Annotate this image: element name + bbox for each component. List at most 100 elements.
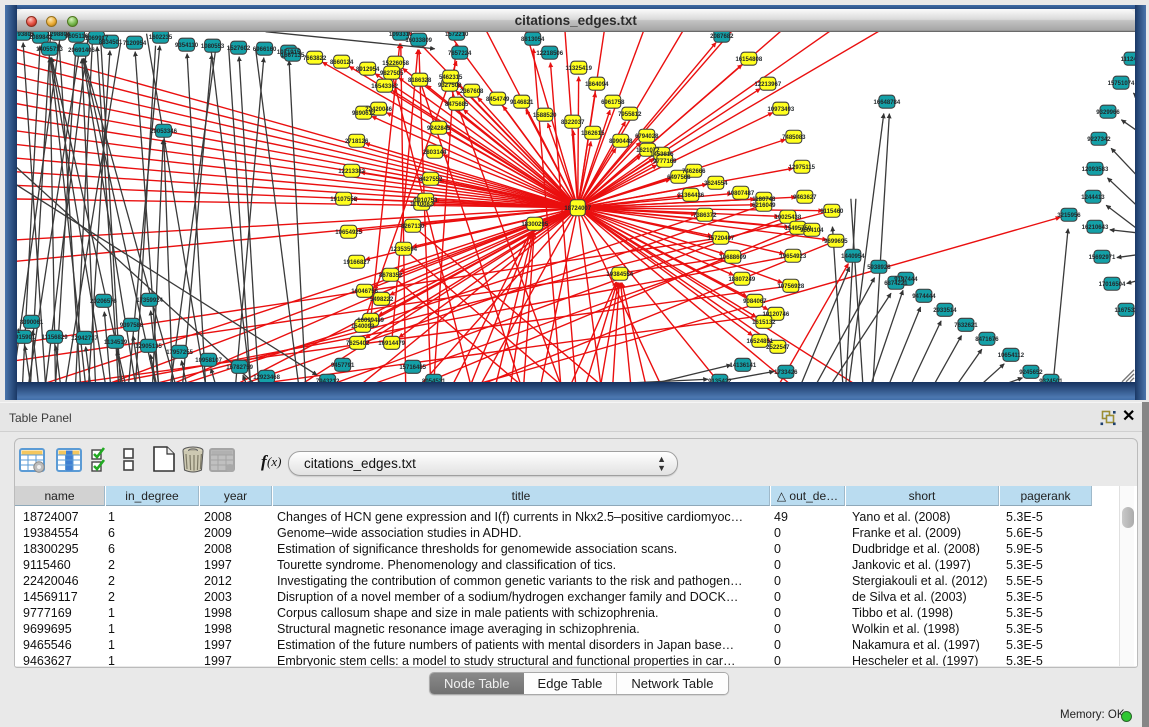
svg-text:1588520: 1588520 <box>533 112 557 118</box>
svg-text:9084067: 9084067 <box>743 298 767 304</box>
svg-text:18300295: 18300295 <box>521 221 548 227</box>
svg-text:8678352: 8678352 <box>378 272 402 278</box>
svg-text:12213967: 12213967 <box>754 81 781 87</box>
svg-text:12093583: 12093583 <box>1081 166 1108 172</box>
svg-text:9327508: 9327508 <box>438 82 462 88</box>
svg-text:1440954: 1440954 <box>841 253 865 259</box>
svg-text:3215956: 3215956 <box>1057 212 1081 218</box>
svg-text:1527602: 1527602 <box>226 45 250 51</box>
svg-text:9463627: 9463627 <box>793 194 817 200</box>
svg-text:12213382: 12213382 <box>338 168 365 174</box>
svg-text:1134519: 1134519 <box>104 339 128 345</box>
svg-text:12975115: 12975115 <box>788 164 815 170</box>
svg-text:3624554: 3624554 <box>704 180 728 186</box>
svg-text:16914479: 16914479 <box>378 340 405 346</box>
svg-text:12923468: 12923468 <box>253 374 280 380</box>
svg-text:20691406: 20691406 <box>68 47 95 53</box>
svg-text:2522547: 2522547 <box>766 344 790 350</box>
svg-text:1910753: 1910753 <box>414 197 438 203</box>
svg-text:9699695: 9699695 <box>824 238 848 244</box>
svg-text:18807249: 18807249 <box>728 276 755 282</box>
svg-text:6874221: 6874221 <box>884 280 908 286</box>
svg-text:9604104: 9604104 <box>800 227 824 233</box>
svg-text:9227342: 9227342 <box>1087 136 1111 142</box>
svg-text:1080553: 1080553 <box>200 43 224 49</box>
svg-text:16046756: 16046756 <box>351 288 378 294</box>
svg-text:16154808: 16154808 <box>735 56 762 62</box>
svg-text:2718126: 2718126 <box>344 138 368 144</box>
svg-text:8660124: 8660124 <box>329 59 353 65</box>
svg-text:12942737: 12942737 <box>71 335 98 341</box>
svg-text:9245652: 9245652 <box>1019 369 1043 375</box>
svg-text:10654925: 10654925 <box>335 229 362 235</box>
svg-text:7955812: 7955812 <box>618 111 642 117</box>
svg-text:9354110: 9354110 <box>175 42 199 48</box>
svg-text:10688609: 10688609 <box>719 254 746 260</box>
svg-text:5938928: 5938928 <box>867 264 891 270</box>
svg-text:1112445: 1112445 <box>1120 56 1135 62</box>
svg-text:1167533: 1167533 <box>1114 307 1135 313</box>
svg-text:15716485: 15716485 <box>399 364 426 370</box>
svg-text:5498222: 5498222 <box>369 296 393 302</box>
svg-text:10120746: 10120746 <box>762 311 789 317</box>
svg-text:15692971: 15692971 <box>1088 254 1115 260</box>
svg-text:3915901: 3915901 <box>17 334 36 340</box>
svg-text:10973493: 10973493 <box>767 106 794 112</box>
svg-text:8322037: 8322037 <box>561 119 585 125</box>
svg-text:1615132: 1615132 <box>752 319 776 325</box>
svg-text:17957255: 17957255 <box>166 349 193 355</box>
svg-text:19166827: 19166827 <box>343 259 370 265</box>
svg-text:1602235: 1602235 <box>148 34 172 40</box>
svg-text:19654923: 19654923 <box>779 253 806 259</box>
svg-text:9397588: 9397588 <box>119 322 143 328</box>
svg-text:11156829: 11156829 <box>41 334 68 340</box>
svg-text:8475685: 8475685 <box>445 101 469 107</box>
svg-text:2367608: 2367608 <box>460 88 484 94</box>
svg-text:(x): (x) <box>267 454 281 469</box>
svg-text:15226058: 15226058 <box>382 60 409 66</box>
svg-text:8912954: 8912954 <box>355 66 379 72</box>
svg-text:2803144: 2803144 <box>423 149 447 155</box>
svg-text:20206576: 20206576 <box>90 298 117 304</box>
svg-text:10654112: 10654112 <box>997 352 1024 358</box>
svg-text:8834501: 8834501 <box>98 39 122 45</box>
svg-text:8471676: 8471676 <box>975 336 999 342</box>
svg-text:1453815: 1453815 <box>650 151 674 157</box>
svg-text:7632621: 7632621 <box>954 322 978 328</box>
svg-text:16782759: 16782759 <box>226 364 253 370</box>
svg-text:9146821: 9146821 <box>510 99 534 105</box>
svg-text:14136141: 14136141 <box>729 362 756 368</box>
svg-text:7663822: 7663822 <box>302 55 326 61</box>
svg-text:1864094: 1864094 <box>585 81 609 87</box>
svg-text:8186328: 8186328 <box>408 77 432 83</box>
svg-text:8427552: 8427552 <box>419 176 443 182</box>
svg-text:6961758: 6961758 <box>601 99 625 105</box>
svg-text:15720407: 15720407 <box>707 235 734 241</box>
svg-text:8267130: 8267130 <box>400 223 424 229</box>
svg-text:8813054: 8813054 <box>521 36 545 42</box>
svg-text:21364436: 21364436 <box>677 192 704 198</box>
svg-text:8390061: 8390061 <box>19 319 43 325</box>
svg-text:8054521: 8054521 <box>422 378 446 382</box>
svg-text:9890612: 9890612 <box>351 110 375 116</box>
svg-text:19107558: 19107558 <box>330 196 357 202</box>
svg-text:5462315: 5462315 <box>439 74 463 80</box>
svg-text:1572210: 1572210 <box>445 32 469 38</box>
svg-text:19384554: 19384554 <box>606 271 633 277</box>
svg-text:9242845: 9242845 <box>427 125 451 131</box>
svg-text:6966160: 6966160 <box>252 46 276 52</box>
svg-text:6216049: 6216049 <box>752 202 776 208</box>
svg-text:9115460: 9115460 <box>820 208 844 214</box>
svg-text:10958107: 10958107 <box>195 357 222 363</box>
svg-text:6497568: 6497568 <box>667 174 691 180</box>
svg-text:7857224: 7857224 <box>448 50 472 56</box>
svg-text:10756928: 10756928 <box>777 283 804 289</box>
svg-text:7386372: 7386372 <box>693 212 717 218</box>
svg-text:8990448: 8990448 <box>609 138 633 144</box>
svg-text:11325419: 11325419 <box>565 65 592 71</box>
svg-text:16543362: 16543362 <box>371 83 398 89</box>
svg-text:9827505: 9827505 <box>379 70 403 76</box>
svg-text:16648784: 16648784 <box>873 99 900 105</box>
svg-text:6794028: 6794028 <box>635 133 659 139</box>
svg-text:12218506: 12218506 <box>536 50 563 56</box>
